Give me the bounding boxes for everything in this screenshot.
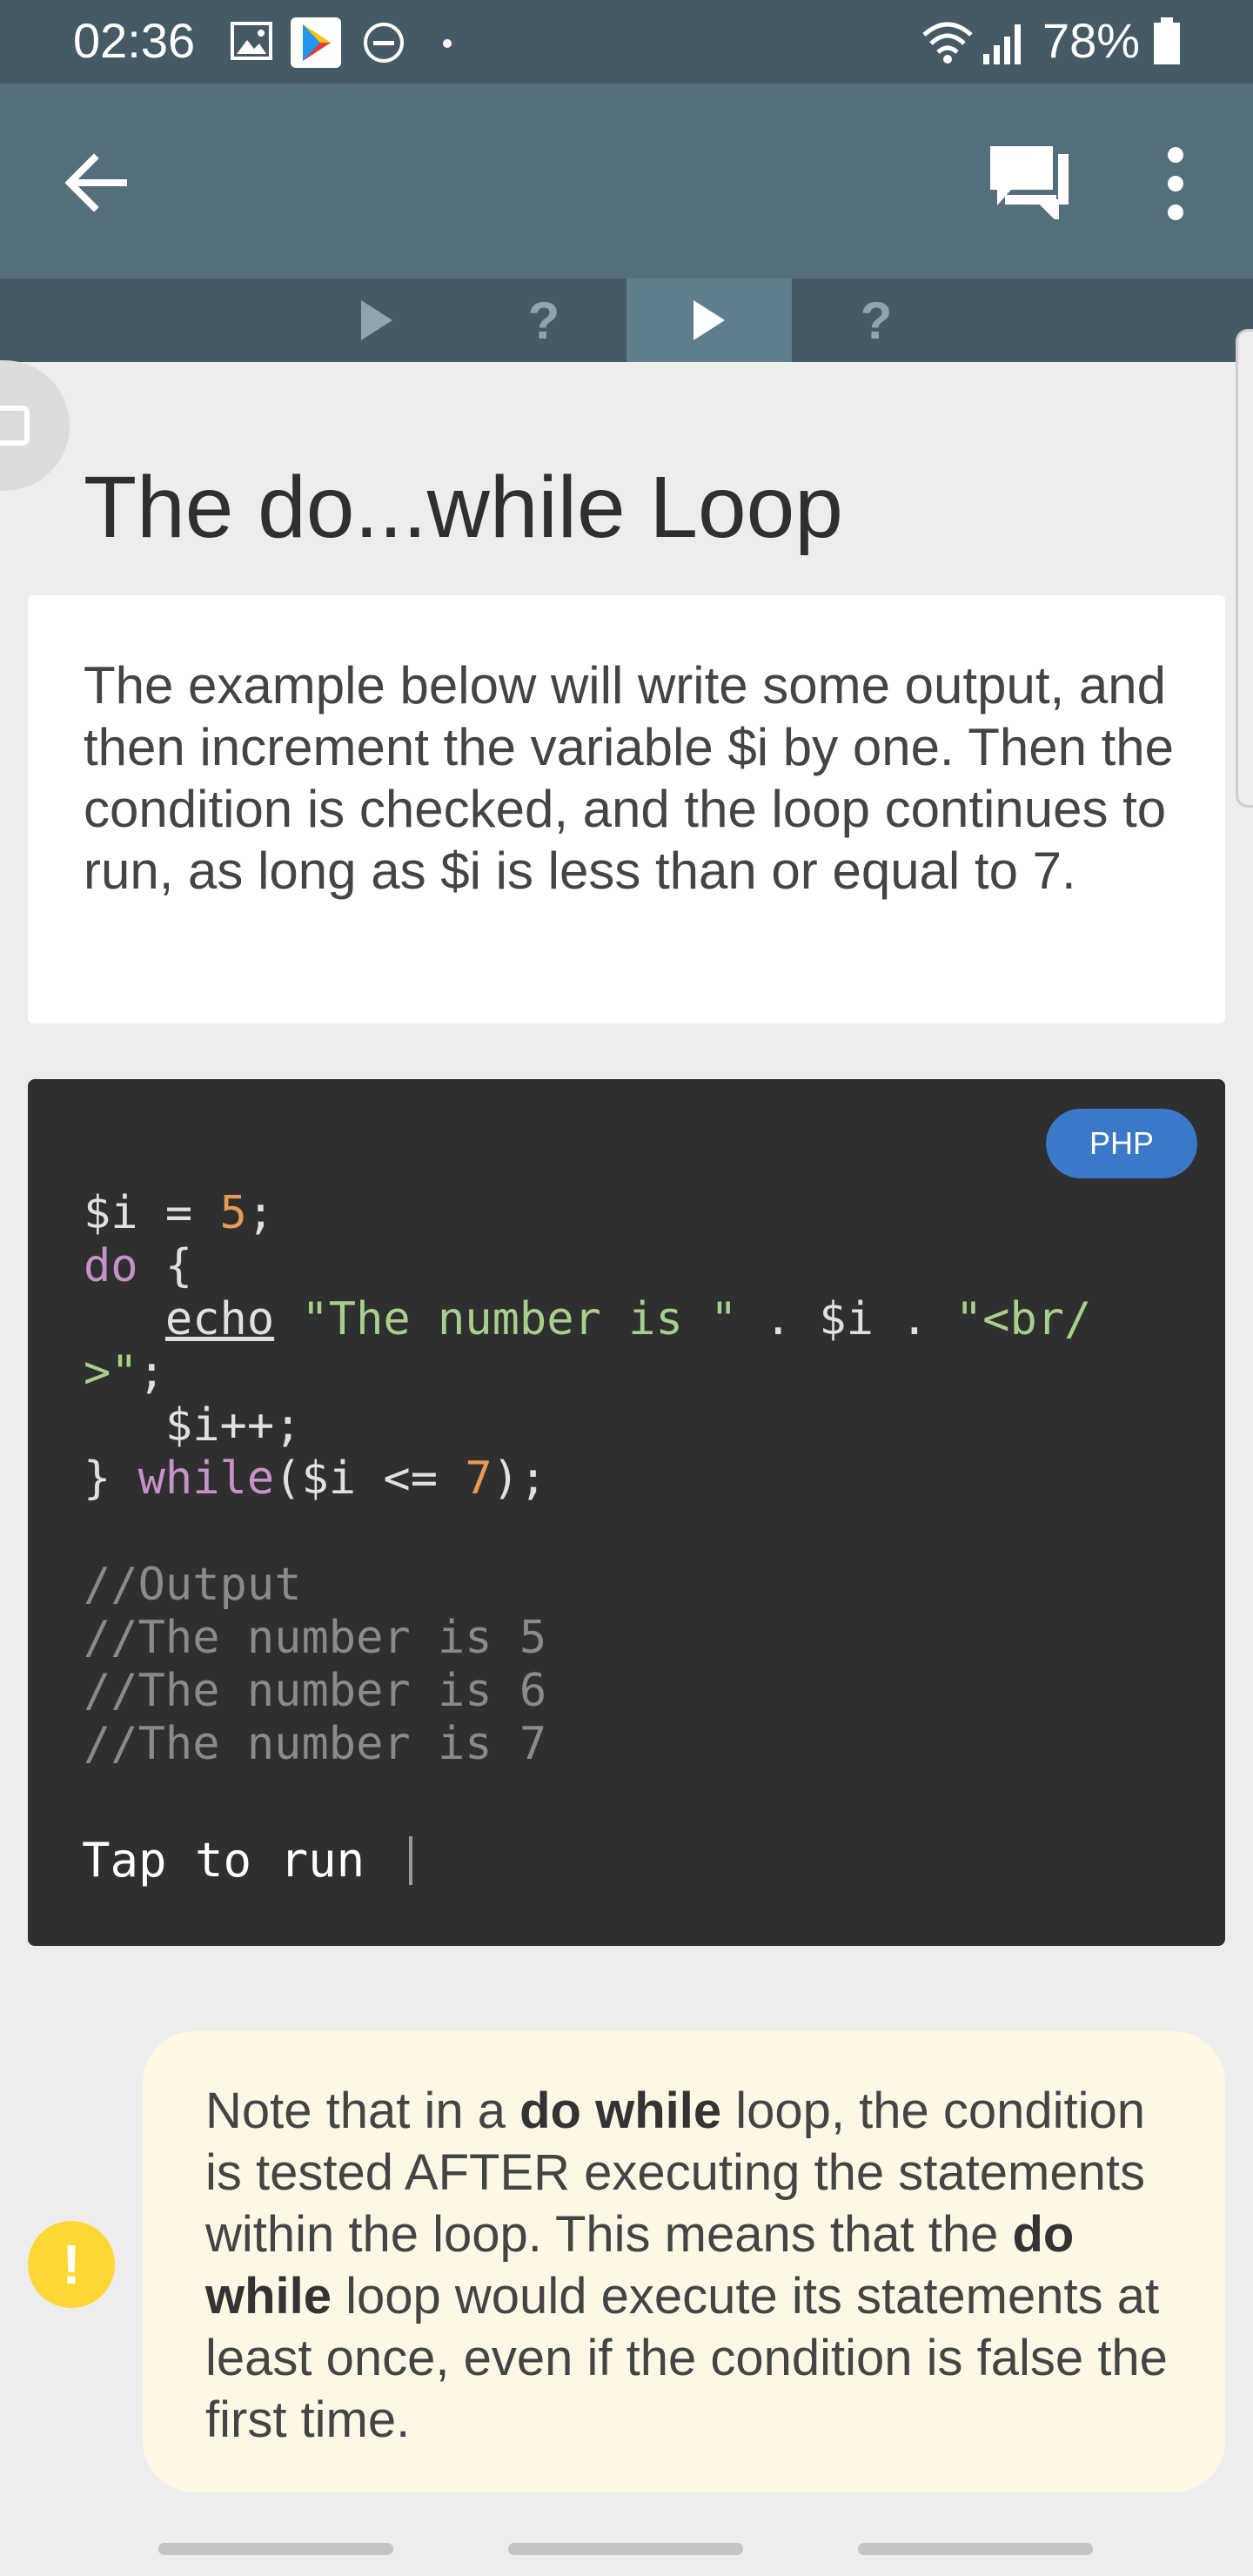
signal-icon	[983, 24, 1021, 64]
drawer-handle[interactable]	[0, 360, 70, 491]
back-arrow-icon[interactable]	[61, 148, 131, 218]
exclamation-icon: !	[28, 2221, 115, 2308]
description-text: The example below will write some output…	[84, 656, 1175, 900]
page-title: The do...while Loop	[84, 459, 843, 556]
do-not-disturb-icon	[364, 23, 404, 63]
drawer-handle-icon	[0, 406, 30, 446]
dot-indicator-icon	[443, 39, 452, 48]
battery-icon	[1154, 17, 1180, 64]
nav-pill-right[interactable]	[858, 2543, 1093, 2555]
text-cursor	[409, 1836, 412, 1885]
nav-pill-center[interactable]	[508, 2543, 743, 2555]
tab-quiz-2[interactable]: ?	[794, 278, 959, 362]
play-icon	[361, 300, 392, 340]
more-options-icon[interactable]	[1154, 144, 1197, 223]
status-time: 02:36	[73, 13, 196, 68]
comments-icon[interactable]	[988, 144, 1069, 219]
gallery-notification-icon	[231, 22, 272, 60]
battery-percent: 78%	[1042, 13, 1141, 68]
wifi-icon	[922, 22, 973, 64]
play-icon	[694, 300, 725, 340]
tab-lesson-play-1[interactable]	[294, 278, 459, 362]
nav-pill-left[interactable]	[158, 2543, 393, 2555]
play-store-icon	[291, 17, 341, 68]
note-callout: Note that in a do while loop, the condit…	[143, 2031, 1225, 2492]
tap-to-run-button[interactable]: Tap to run	[82, 1833, 365, 1888]
code-content: $i = 5; do { echo "The number is " . $i …	[84, 1187, 1092, 1770]
tab-lesson-play-2[interactable]	[626, 278, 792, 362]
scrollbar[interactable]	[1236, 329, 1253, 808]
description-card: The example below will write some output…	[28, 595, 1225, 1023]
tab-quiz-1[interactable]: ?	[461, 278, 626, 362]
note-text: Note that in a do while loop, the condit…	[205, 2083, 1168, 2448]
language-badge: PHP	[1046, 1109, 1197, 1178]
